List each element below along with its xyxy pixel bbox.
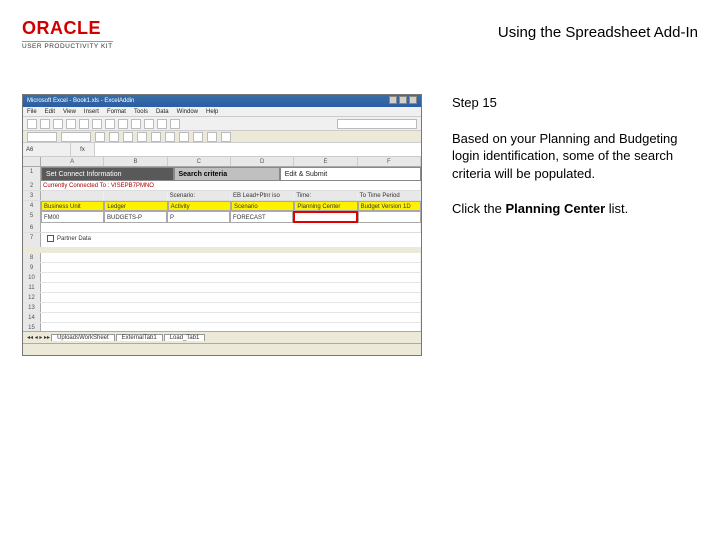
instruction-body: Based on your Planning and Budgeting log… [452,130,697,183]
oracle-logo: ORACLE [22,18,113,39]
nav-band: Set Connect Information Search criteria … [41,167,421,181]
oracle-logo-subtitle: USER PRODUCTIVITY KIT [22,41,113,50]
menu-window[interactable]: Window [177,109,198,115]
cell-activity[interactable]: P [167,211,230,223]
cell-business-unit[interactable]: FM00 [41,211,104,223]
criteria-header-row: Business Unit Ledger Activity Scenario P… [41,201,421,211]
connection-info: Currently Connected To : VISEPB7PMNO [41,181,421,190]
partner-data-row: Partner Data [41,233,421,247]
col-a[interactable]: A [41,157,104,166]
empty-grid: 8 9 10 11 12 13 14 15 16 17 18 19 [23,253,421,331]
row-2: 2 Currently Connected To : VISEPB7PMNO [23,181,421,191]
formula-bar[interactable]: A6 fx [23,143,421,157]
band-search-criteria[interactable]: Search criteria [174,167,280,181]
row-3: 3 Scenario: EB Lead+Ptnr iso Time: To Ti… [23,191,421,201]
partner-data-checkbox[interactable] [47,235,54,242]
sheet-tab-1[interactable]: UploadsWorkSheet [51,334,115,341]
menu-insert[interactable]: Insert [84,109,99,115]
planning-center-dropdown[interactable] [293,211,358,223]
instruction-action-target: Planning Center [505,201,605,216]
cell-scenario[interactable]: FORECAST [230,211,293,223]
band-edit-submit[interactable]: Edit & Submit [280,167,421,181]
menu-view[interactable]: View [63,109,76,115]
sheet-tab-2[interactable]: ExternalTab1 [116,334,163,341]
cell-budget-version[interactable] [358,211,421,223]
column-headers: A B C D E F [23,157,421,167]
status-bar [23,343,421,355]
row-6: 6 [23,223,421,233]
sheet-tabs[interactable]: ◂◂ ◂ ▸ ▸▸ UploadsWorkSheet ExternalTab1 … [23,331,421,343]
menu-help[interactable]: Help [206,109,218,115]
menu-tools[interactable]: Tools [134,109,148,115]
row-num-1[interactable]: 1 [23,167,41,181]
col-c[interactable]: C [168,157,231,166]
col-b[interactable]: B [104,157,167,166]
formula-input[interactable] [95,143,421,156]
instruction-panel: Step 15 Based on your Planning and Budge… [452,94,697,236]
menu-data[interactable]: Data [156,109,169,115]
criteria-data-row: FM00 BUDGETS-P P FORECAST [41,211,421,223]
window-control-buttons[interactable] [387,96,417,106]
menu-edit[interactable]: Edit [45,109,55,115]
name-box[interactable]: A6 [23,143,71,156]
menu-bar[interactable]: File Edit View Insert Format Tools Data … [23,107,421,117]
toolbar-formatting[interactable] [23,131,421,143]
fx-label: fx [71,143,95,156]
menu-format[interactable]: Format [107,109,126,115]
sheet-tab-3[interactable]: Load_Tab1 [164,334,206,341]
help-search-field[interactable] [337,119,417,129]
band-set-connect[interactable]: Set Connect Information [41,167,174,181]
window-title-text: Microsoft Excel - Book1.xls - ExcelAddin [27,98,134,104]
col-e[interactable]: E [294,157,357,166]
instruction-action: Click the Planning Center list. [452,200,697,218]
cell-ledger[interactable]: BUDGETS-P [104,211,167,223]
col-d[interactable]: D [231,157,294,166]
oracle-logo-block: ORACLE USER PRODUCTIVITY KIT [22,18,113,50]
document-title: Using the Spreadsheet Add-In [498,24,698,41]
window-titlebar: Microsoft Excel - Book1.xls - ExcelAddin [23,95,421,107]
col-f[interactable]: F [358,157,421,166]
menu-file[interactable]: File [27,109,37,115]
step-label: Step 15 [452,94,697,112]
screenshot-excel-window: Microsoft Excel - Book1.xls - ExcelAddin… [22,94,422,356]
toolbar-standard[interactable] [23,117,421,131]
partner-data-label: Partner Data [57,236,91,242]
